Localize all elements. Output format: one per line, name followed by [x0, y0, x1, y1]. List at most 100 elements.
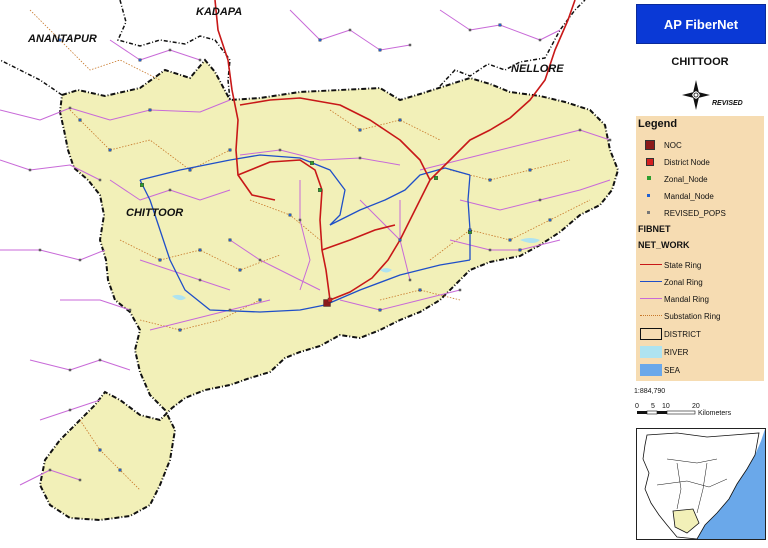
revised-pop-node [78, 478, 82, 482]
scale-bar: 0 5 10 20 Kilometers [635, 403, 732, 417]
district-area-swatch-icon [640, 328, 662, 340]
revised-pops-square-icon [647, 211, 650, 214]
revised-pop-node [298, 218, 302, 222]
mandal-node [258, 298, 262, 302]
region-label-anantapur: ANANTAPUR [27, 33, 97, 45]
legend-label-mandal-node: Mandal_Node [664, 191, 714, 201]
mandal-node [378, 308, 382, 312]
revised-pop-node [468, 28, 472, 32]
mandal-node [358, 128, 362, 132]
mandal-node [238, 268, 242, 272]
zonal-node [140, 183, 144, 187]
mandal-node [468, 228, 472, 232]
revised-pop-node [198, 58, 202, 62]
region-label-chittoor: CHITTOOR [126, 207, 183, 219]
legend-label-district: DISTRICT [664, 329, 701, 339]
scale-unit: Kilometers [698, 410, 732, 417]
legend-label-zonal-ring: Zonal Ring [664, 277, 703, 287]
revised-pop-node [458, 288, 462, 292]
legend-label-revised-pops: REVISED_POPS [664, 208, 726, 218]
legend-heading-fibnet: FIBNET [638, 224, 671, 234]
revised-pop-node [228, 308, 232, 312]
legend-title: Legend [638, 118, 678, 130]
river-swatch-icon [640, 346, 662, 358]
revised-pop-node [68, 408, 72, 412]
legend-item-mandal-ring: Mandal Ring [638, 292, 709, 306]
revised-pop-node [38, 248, 42, 252]
mandal-node [528, 168, 532, 172]
zonal-node [310, 161, 314, 165]
legend-item-revised-pops: REVISED_POPS [638, 206, 726, 220]
mandal-node [118, 468, 122, 472]
mandal-node [398, 118, 402, 122]
mandal-node [158, 258, 162, 262]
app-banner: AP FiberNet [636, 4, 766, 44]
map-canvas[interactable]: ANANTAPUR KADAPA NELLORE CHITTOOR [0, 0, 630, 543]
zonal-node [318, 188, 322, 192]
mandal-node [188, 168, 192, 172]
revised-pop-node [28, 168, 32, 172]
mandal-node [398, 238, 402, 242]
legend-heading-network: NET_WORK [638, 240, 690, 250]
noc-square-icon [645, 140, 655, 150]
revised-label: REVISED [712, 100, 743, 107]
mandal-node [138, 58, 142, 62]
revised-pop-node [538, 198, 542, 202]
scale-ratio: 1:884,790 [634, 388, 666, 395]
revised-pop-node [98, 178, 102, 182]
revised-pop-node [168, 188, 172, 192]
district-node [327, 297, 333, 303]
revised-pop-node [128, 308, 132, 312]
north-arrow-icon [682, 80, 710, 110]
legend-item-substation-ring: Substation Ring [638, 309, 720, 323]
legend-item-district: DISTRICT [638, 327, 701, 341]
mandal-node [418, 288, 422, 292]
region-label-kadapa: KADAPA [196, 6, 242, 18]
mandal-node [508, 238, 512, 242]
mandal-ring-line-icon [640, 298, 662, 299]
zonal-ring-line-icon [640, 281, 662, 282]
mandal-node [498, 23, 502, 27]
mandal-node [108, 148, 112, 152]
mandal-node [98, 448, 102, 452]
legend-label-noc: NOC [664, 140, 682, 150]
mandal-node [378, 48, 382, 52]
zonal-node [434, 176, 438, 180]
scale-segment [637, 411, 647, 414]
locator-inset-svg [637, 429, 765, 539]
mandal-node [518, 248, 522, 252]
revised-pop-node [408, 278, 412, 282]
scale-tick-10: 10 [662, 403, 670, 410]
revised-pop-node [278, 148, 282, 152]
scale-segment [657, 411, 667, 414]
district-map[interactable]: ANANTAPUR KADAPA NELLORE CHITTOOR [0, 0, 630, 543]
revised-pop-node [258, 258, 262, 262]
revised-pop-node [48, 468, 52, 472]
revised-pop-node [198, 278, 202, 282]
legend-label-river: RIVER [664, 347, 689, 357]
mandal-node [78, 118, 82, 122]
mandal-node [148, 108, 152, 112]
zonal-node-square-icon [647, 176, 651, 180]
legend-item-district-node: District Node [638, 155, 710, 169]
state-ring-line-icon [640, 264, 662, 265]
locator-inset-map [636, 428, 766, 540]
legend-label-state-ring: State Ring [664, 260, 702, 270]
mandal-node [198, 248, 202, 252]
revised-pop-node [78, 258, 82, 262]
district-node-square-icon [646, 158, 654, 166]
revised-pop-node [98, 358, 102, 362]
revised-pop-node [168, 48, 172, 52]
legend-label-sea: SEA [664, 365, 681, 375]
sea-swatch-icon [640, 364, 662, 376]
revised-pop-node [68, 368, 72, 372]
map-side-panel: AP FiberNet CHITTOOR REVISED Legend NOC … [632, 0, 768, 543]
revised-pop-node [608, 138, 612, 142]
legend-item-noc: NOC [638, 138, 682, 152]
scale-tick-0: 0 [635, 403, 639, 410]
revised-pop-node [488, 248, 492, 252]
revised-pop-node [348, 28, 352, 32]
legend-label-mandal-ring: Mandal Ring [664, 294, 709, 304]
scale-segment [646, 410, 658, 415]
mandal-node [178, 328, 182, 332]
